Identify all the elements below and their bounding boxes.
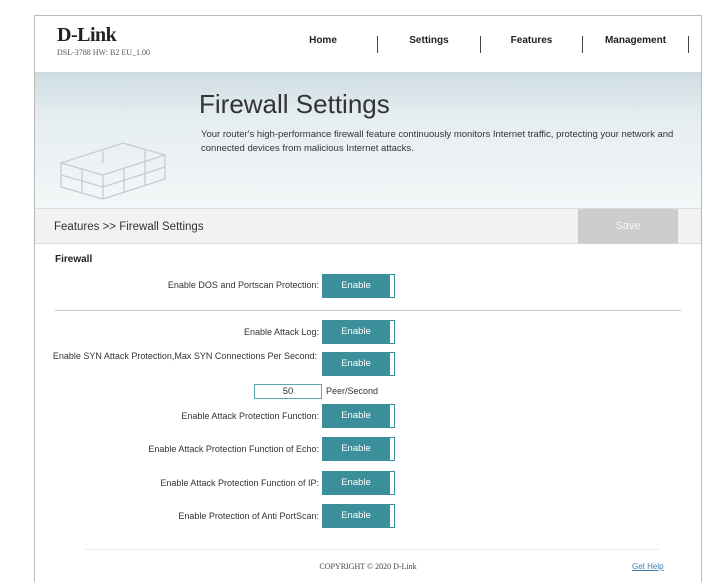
dos-portscan-label: Enable DOS and Portscan Protection: — [167, 280, 319, 290]
echo-protection-toggle-edge[interactable] — [390, 437, 395, 461]
firewall-section-title: Firewall — [55, 254, 93, 265]
page-title: Firewall Settings — [199, 89, 390, 119]
anti-portscan-label: Enable Protection of Anti PortScan: — [178, 511, 319, 521]
syn-rate-unit: Peer/Second — [326, 386, 379, 396]
attack-protection-toggle-edge[interactable] — [390, 404, 395, 428]
header: D-Link DSL-3788 HW: B2 EU_1.00 Home Sett… — [35, 16, 701, 72]
dos-portscan-toggle[interactable]: Enable — [322, 274, 390, 298]
copyright-text: COPYRIGHT © 2020 D-Link — [319, 562, 417, 571]
nav-home[interactable]: Home — [275, 36, 378, 53]
dlink-logo: D-Link — [57, 24, 117, 46]
syn-protection-toggle[interactable]: Enable — [322, 352, 390, 376]
main-nav: Home Settings Features Management — [275, 36, 689, 53]
anti-portscan-toggle[interactable]: Enable — [322, 504, 390, 528]
attack-protection-toggle[interactable]: Enable — [322, 404, 390, 428]
attack-log-toggle-edge[interactable] — [390, 320, 395, 344]
page-frame: D-Link DSL-3788 HW: B2 EU_1.00 Home Sett… — [34, 15, 702, 582]
footer-divider — [85, 549, 659, 550]
save-button[interactable]: Save — [578, 209, 678, 244]
ip-protection-toggle-edge[interactable] — [390, 471, 395, 495]
echo-protection-label: Enable Attack Protection Function of Ech… — [148, 444, 319, 454]
page-description: Your router's high-performance firewall … — [201, 129, 674, 154]
breadcrumb: Features >> Firewall Settings — [54, 221, 204, 233]
echo-protection-toggle[interactable]: Enable — [322, 437, 390, 461]
model-info: DSL-3788 HW: B2 EU_1.00 — [57, 48, 151, 57]
page-banner: Firewall Settings Your router's high-per… — [35, 72, 701, 208]
nav-settings[interactable]: Settings — [378, 36, 481, 53]
breadcrumb-bar: Features >> Firewall Settings Save — [35, 208, 701, 244]
syn-protection-label: Enable SYN Attack Protection,Max SYN Con… — [52, 351, 317, 361]
syn-protection-toggle-edge[interactable] — [390, 352, 395, 376]
syn-rate-input[interactable]: 50 — [254, 384, 322, 399]
ip-protection-label: Enable Attack Protection Function of IP: — [160, 478, 319, 488]
get-help-link[interactable]: Get Help — [632, 562, 664, 571]
nav-features[interactable]: Features — [481, 36, 583, 53]
section-divider — [55, 310, 681, 311]
attack-log-label: Enable Attack Log: — [243, 327, 319, 337]
anti-portscan-toggle-edge[interactable] — [390, 504, 395, 528]
ip-protection-toggle[interactable]: Enable — [322, 471, 390, 495]
attack-protection-label: Enable Attack Protection Function: — [181, 411, 319, 421]
attack-log-toggle[interactable]: Enable — [322, 320, 390, 344]
brick-wall-icon — [60, 142, 166, 200]
nav-management[interactable]: Management — [583, 36, 689, 53]
dos-portscan-toggle-edge[interactable] — [390, 274, 395, 298]
